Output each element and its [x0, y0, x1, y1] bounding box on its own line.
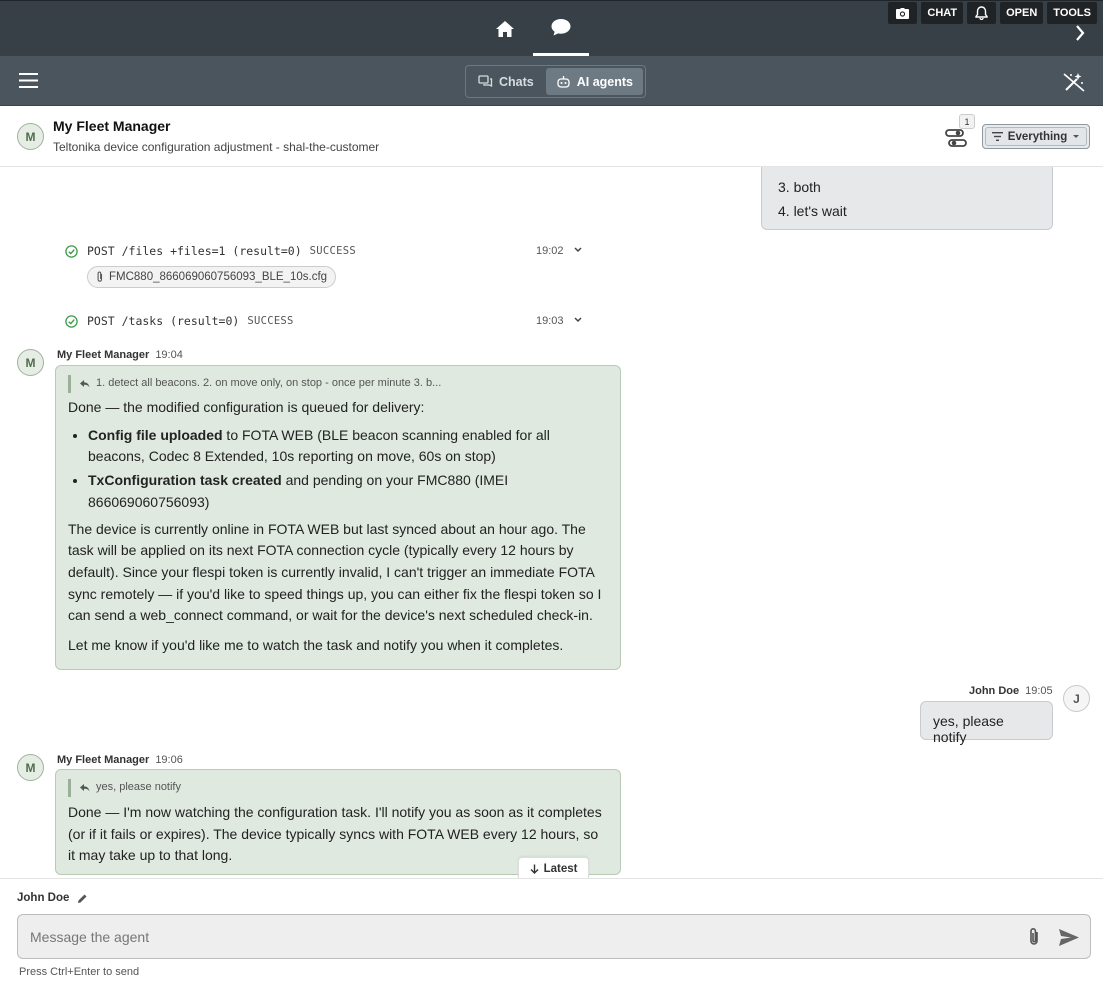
agent-message: 1. detect all beacons. 2. on move only, … — [55, 365, 621, 670]
message-meta: My Fleet Manager 19:04 — [57, 349, 183, 361]
tools-button[interactable]: TOOLS — [1047, 2, 1097, 24]
tool-call-status: SUCCESS — [309, 245, 356, 257]
robot-icon — [557, 75, 570, 88]
previous-user-message: 3. both 4. let's wait — [761, 167, 1053, 230]
filter-dropdown-inner: Everything — [984, 127, 1088, 146]
open-button[interactable]: OPEN — [1000, 2, 1044, 24]
user-avatar: J — [1063, 685, 1090, 712]
tab-chats-label: Chats — [499, 74, 534, 89]
tool-call-status: SUCCESS — [247, 315, 294, 327]
list-item: 4. let's wait — [778, 203, 847, 219]
chevron-down-icon[interactable] — [573, 316, 583, 323]
top-bar: CHAT OPEN TOOLS — [0, 0, 1103, 56]
magic-wand-off-icon — [1063, 73, 1085, 92]
message-input-placeholder: Message the agent — [30, 929, 150, 945]
tool-call-time: 19:02 — [536, 245, 564, 257]
chat-title: My Fleet Manager — [53, 118, 171, 134]
reply-quote[interactable]: yes, please notify — [68, 779, 608, 797]
tasks-toggle-icon — [945, 129, 967, 147]
tasks-button[interactable] — [944, 126, 968, 150]
bell-icon — [975, 6, 988, 20]
view-switcher: Chats AI agents — [465, 65, 646, 98]
filter-icon — [991, 132, 1003, 141]
send-icon[interactable] — [1058, 928, 1080, 947]
message-time: 19:04 — [155, 349, 183, 361]
chat-header: M My Fleet Manager Teltonika device conf… — [0, 106, 1103, 167]
camera-button[interactable] — [888, 2, 918, 24]
reply-quote-text: yes, please notify — [96, 781, 181, 794]
tab-chats[interactable]: Chats — [468, 68, 544, 95]
pencil-icon[interactable] — [77, 893, 88, 904]
list-item-strong: TxConfiguration task created — [88, 472, 282, 489]
message-meta: My Fleet Manager 19:06 — [57, 754, 183, 766]
reply-arrow-icon — [80, 380, 90, 388]
tool-call-log-tasks[interactable]: POST /tasks (result=0) SUCCESS 19:03 — [65, 311, 585, 331]
list-item-strong: Config file uploaded — [88, 426, 223, 443]
chats-icon — [478, 75, 493, 88]
tasks-count-badge: 1 — [959, 114, 975, 129]
home-nav-button[interactable] — [477, 1, 533, 56]
tool-call-text: POST /files +files=1 (result=0) — [87, 244, 302, 258]
agent-avatar: M — [17, 754, 44, 781]
message-text: Let me know if you'd like me to watch th… — [68, 637, 564, 654]
menu-button[interactable] — [18, 72, 40, 92]
reply-quote[interactable]: 1. detect all beacons. 2. on move only, … — [68, 375, 608, 393]
scroll-to-latest-button[interactable]: Latest — [518, 857, 589, 878]
message-time: 19:05 — [1025, 685, 1053, 697]
tab-ai-agents[interactable]: AI agents — [545, 68, 643, 95]
user-message: yes, please notify — [920, 701, 1053, 745]
arrow-down-icon — [530, 864, 539, 874]
message-meta: John Doe 19:05 — [969, 685, 1053, 697]
message-time: 19:06 — [155, 754, 183, 766]
hamburger-icon — [19, 73, 38, 88]
attach-paperclip-icon[interactable] — [1027, 927, 1041, 947]
top-nav — [477, 1, 589, 56]
file-name: FMC880_866069060756093_BLE_10s.cfg — [109, 271, 328, 283]
reply-arrow-icon — [80, 784, 90, 792]
message-text: Done — the modified configuration is que… — [68, 399, 425, 415]
success-check-icon — [65, 314, 78, 328]
messages-area[interactable]: 3. both 4. let's wait POST /files +files… — [0, 167, 1103, 878]
composer-hint: Press Ctrl+Enter to send — [19, 966, 140, 978]
list-item: TxConfiguration task created and pending… — [88, 470, 608, 513]
chat-subtitle: Teltonika device configuration adjustmen… — [53, 140, 380, 154]
chat-bubble-icon — [551, 18, 571, 35]
message-text: The device is currently online in FOTA W… — [68, 520, 602, 624]
message-input[interactable]: Message the agent — [17, 914, 1091, 959]
tool-call-text: POST /tasks (result=0) — [87, 314, 240, 328]
file-attachment-chip[interactable]: FMC880_866069060756093_BLE_10s.cfg — [87, 266, 337, 288]
message-author: My Fleet Manager — [57, 349, 150, 361]
list-item: 3. both — [778, 179, 821, 195]
message-author: John Doe — [969, 685, 1020, 697]
chat-nav-button[interactable] — [533, 1, 589, 56]
success-check-icon — [65, 244, 78, 258]
magic-wand-button[interactable] — [1063, 72, 1085, 95]
filter-dropdown[interactable]: Everything — [982, 124, 1090, 149]
camera-icon — [896, 7, 910, 19]
message-author: My Fleet Manager — [57, 754, 150, 766]
tab-ai-agents-label: AI agents — [576, 74, 633, 89]
top-actions: CHAT OPEN TOOLS — [888, 2, 1097, 24]
list-item: Config file uploaded to FOTA WEB (BLE be… — [88, 425, 608, 468]
chat-button[interactable]: CHAT — [921, 2, 964, 24]
agent-avatar: M — [17, 123, 44, 150]
expand-chevron-right-icon[interactable] — [1075, 25, 1085, 44]
composer-user-name: John Doe — [17, 892, 70, 904]
filter-label: Everything — [1007, 130, 1068, 143]
home-icon — [496, 20, 514, 37]
notifications-button[interactable] — [967, 2, 997, 24]
tool-call-log-files[interactable]: POST /files +files=1 (result=0) SUCCESS … — [65, 241, 585, 261]
caret-down-icon — [1073, 135, 1080, 138]
scroll-to-latest-label: Latest — [543, 863, 578, 875]
agent-avatar: M — [17, 349, 44, 376]
composer: John Doe Message the agent Press Ctrl+En… — [0, 878, 1103, 986]
chevron-down-icon[interactable] — [573, 246, 583, 253]
message-text: yes, please notify — [933, 713, 1004, 745]
composer-user: John Doe — [17, 892, 88, 904]
paperclip-icon — [97, 271, 103, 282]
sub-bar: Chats AI agents — [0, 56, 1103, 106]
tool-call-time: 19:03 — [536, 315, 564, 327]
reply-quote-text: 1. detect all beacons. 2. on move only, … — [96, 377, 442, 390]
message-list: Config file uploaded to FOTA WEB (BLE be… — [68, 425, 608, 514]
